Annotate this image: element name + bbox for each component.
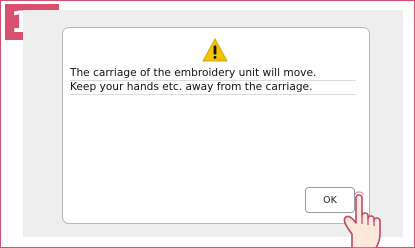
hand-pointer-icon bbox=[343, 191, 381, 248]
dialog-message-line-1: The carriage of the embroidery unit will… bbox=[70, 67, 356, 81]
warning-icon bbox=[202, 38, 228, 62]
dialog-message-line-2: Keep your hands etc. away from the carri… bbox=[70, 81, 356, 95]
